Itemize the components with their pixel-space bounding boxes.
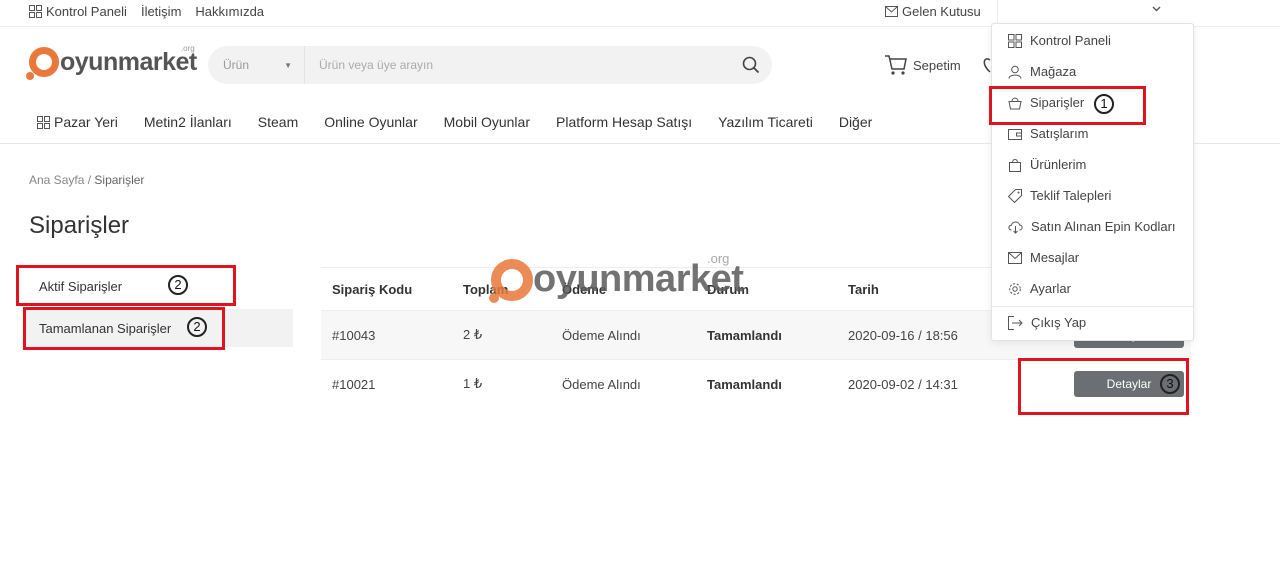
menu-item-label: Satışlarım: [1030, 126, 1089, 141]
order-status: Tamamlandı: [707, 376, 782, 392]
inbox-link[interactable]: Gelen Kutusu: [885, 4, 981, 19]
top-link-contact[interactable]: İletişim: [141, 4, 181, 19]
order-payment: Ödeme Alındı: [562, 376, 641, 392]
envelope-icon: [1008, 251, 1022, 264]
cart-label: Sepetim: [913, 57, 961, 73]
search-button[interactable]: [730, 46, 772, 84]
menu-item-offer-requests[interactable]: Teklif Talepleri: [1008, 188, 1111, 203]
step-marker-1: 1: [1094, 94, 1114, 114]
order-status: Tamamlandı: [707, 327, 782, 343]
menu-item-label: Ayarlar: [1030, 281, 1071, 296]
tag-icon: [1008, 188, 1022, 203]
account-chevron-icon[interactable]: [1151, 3, 1162, 14]
nav-item-marketplace-label: Pazar Yeri: [54, 114, 118, 130]
shopping-bag-icon: [1009, 158, 1021, 172]
breadcrumb-current: Siparişler: [94, 173, 145, 187]
order-total: 1 ₺: [463, 376, 483, 391]
nav-item-other[interactable]: Diğer: [839, 114, 872, 130]
menu-item-settings[interactable]: Ayarlar: [1008, 281, 1071, 296]
menu-item-dashboard[interactable]: Kontrol Paneli: [1008, 33, 1111, 48]
search-category-value: Ürün: [223, 58, 250, 72]
top-link-about[interactable]: Hakkımızda: [195, 4, 264, 19]
nav-item-metin2[interactable]: Metin2 İlanları: [144, 114, 232, 130]
grid-icon: [29, 5, 42, 18]
top-links: Kontrol Paneli İletişim Hakkımızda: [29, 4, 264, 19]
inbox-label: Gelen Kutusu: [902, 4, 981, 19]
logout-icon: [1008, 315, 1023, 330]
search-icon: [742, 56, 760, 74]
highlight-box-orders: [989, 86, 1146, 125]
order-payment: Ödeme Alındı: [562, 327, 641, 343]
account-dropdown-menu: Kontrol Paneli Mağaza Siparişler Satışla…: [991, 23, 1194, 341]
highlight-box-active-orders: [16, 265, 236, 306]
wallet-icon: [1008, 128, 1022, 140]
nav-item-steam[interactable]: Steam: [258, 114, 298, 130]
menu-item-label: Mağaza: [1030, 64, 1077, 79]
top-link-dashboard[interactable]: Kontrol Paneli: [29, 4, 127, 19]
menu-item-label: Ürünlerim: [1030, 157, 1087, 172]
order-total: 2 ₺: [463, 327, 483, 342]
order-code: #10021: [332, 376, 376, 392]
watermark-suffix: .org: [707, 251, 730, 266]
nav-item-mobile-games[interactable]: Mobil Oyunlar: [444, 114, 530, 130]
envelope-icon: [885, 6, 898, 17]
menu-divider: [992, 306, 1193, 307]
step-marker-3: 3: [1160, 374, 1180, 394]
menu-item-label: Çıkış Yap: [1031, 315, 1087, 330]
order-code: #10043: [332, 327, 376, 343]
menu-item-purchased-epin-codes[interactable]: Satın Alınan Epin Kodları: [1008, 219, 1176, 234]
search-bar: Ürün ▼: [208, 46, 772, 84]
menu-item-logout[interactable]: Çıkış Yap: [1008, 315, 1086, 330]
menu-item-label: Mesajlar: [1030, 250, 1080, 265]
breadcrumb: Ana Sayfa / Siparişler: [29, 173, 144, 187]
logo-text: oyunmarket: [60, 47, 197, 76]
menu-item-label: Teklif Talepleri: [1030, 188, 1112, 203]
logo-suffix: .org: [180, 44, 195, 53]
menu-item-store[interactable]: Mağaza: [1008, 64, 1076, 79]
breadcrumb-separator: /: [87, 173, 92, 187]
cart-button[interactable]: Sepetim: [884, 54, 961, 76]
breadcrumb-home[interactable]: Ana Sayfa: [29, 173, 84, 187]
grid-icon: [37, 115, 50, 129]
step-marker-2: 2: [187, 317, 207, 337]
nav-item-platform-accounts[interactable]: Platform Hesap Satışı: [556, 114, 692, 130]
cloud-download-icon: [1008, 221, 1023, 234]
user-icon: [1008, 65, 1022, 79]
caret-down-icon: ▼: [284, 60, 292, 70]
column-header-code: Sipariş Kodu: [332, 281, 413, 297]
column-header-status: Durum: [707, 281, 749, 297]
nav-item-online-games[interactable]: Online Oyunlar: [324, 114, 417, 130]
menu-item-sales[interactable]: Satışlarım: [1008, 126, 1089, 141]
menu-item-products[interactable]: Ürünlerim: [1008, 157, 1086, 172]
nav-item-marketplace[interactable]: Pazar Yeri: [37, 114, 118, 130]
page-title: Siparişler: [29, 212, 130, 239]
search-category-select[interactable]: Ürün ▼: [208, 46, 305, 84]
grid-icon: [1008, 33, 1022, 48]
gear-icon: [1009, 282, 1021, 295]
menu-item-messages[interactable]: Mesajlar: [1008, 250, 1079, 265]
column-header-payment: Ödeme: [562, 281, 607, 297]
search-input[interactable]: [305, 46, 730, 84]
order-date: 2020-09-02 / 14:31: [848, 376, 958, 392]
top-link-dashboard-label: Kontrol Paneli: [46, 4, 127, 19]
column-header-total: Toplam: [463, 281, 509, 297]
site-logo[interactable]: oyunmarket .org: [26, 44, 197, 80]
menu-item-label: Satın Alınan Epin Kodları: [1031, 219, 1176, 234]
step-marker-2: 2: [168, 275, 188, 295]
cart-icon: [885, 55, 907, 75]
nav-item-software[interactable]: Yazılım Ticareti: [718, 114, 813, 130]
menu-item-label: Kontrol Paneli: [1030, 33, 1111, 48]
logo-mark: [26, 47, 59, 80]
